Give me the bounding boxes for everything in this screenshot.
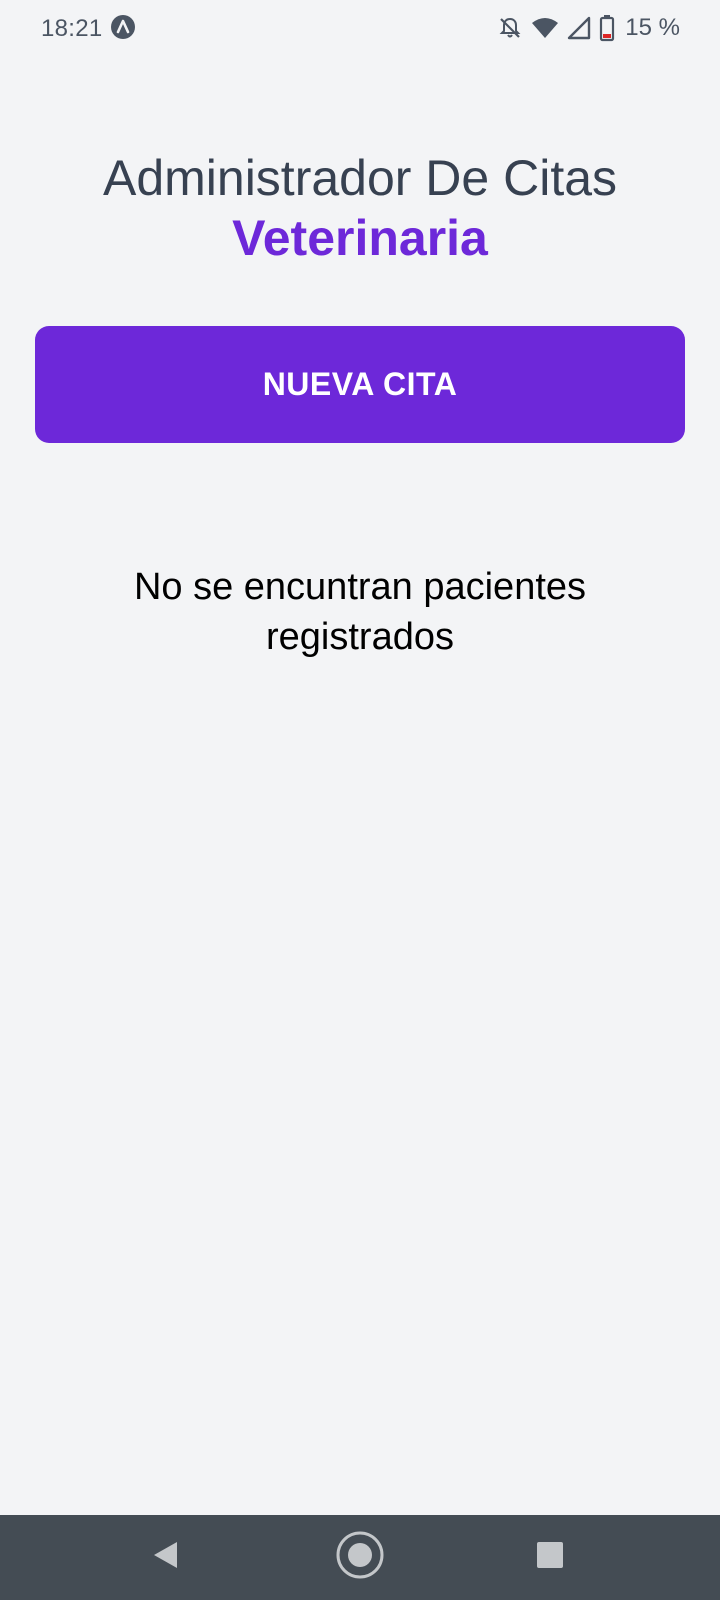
recents-icon xyxy=(536,1541,564,1574)
status-time: 18:21 xyxy=(41,15,103,42)
header: Administrador De Citas Veterinaria xyxy=(0,148,720,268)
page-title: Administrador De Citas xyxy=(102,150,618,206)
home-icon xyxy=(335,1530,385,1585)
recents-button[interactable] xyxy=(510,1515,590,1600)
back-button[interactable] xyxy=(125,1515,205,1600)
new-appointment-button[interactable]: NUEVA CITA xyxy=(35,326,685,443)
home-button[interactable] xyxy=(320,1515,400,1600)
empty-state-message: No se encuntran pacientes registrados xyxy=(133,566,587,658)
battery-low-icon xyxy=(599,14,615,42)
wifi-icon xyxy=(531,16,559,40)
page-title-accent: Veterinaria xyxy=(232,210,488,266)
status-icons: 15 % xyxy=(497,12,680,44)
navigation-bar xyxy=(0,1515,720,1600)
back-icon xyxy=(151,1540,179,1575)
app-a-icon xyxy=(110,14,136,40)
status-bar: 18:21 15 % xyxy=(0,0,720,56)
battery-percent: 15 % xyxy=(625,14,680,41)
cell-signal-icon xyxy=(567,16,591,40)
notifications-off-icon xyxy=(497,15,523,41)
